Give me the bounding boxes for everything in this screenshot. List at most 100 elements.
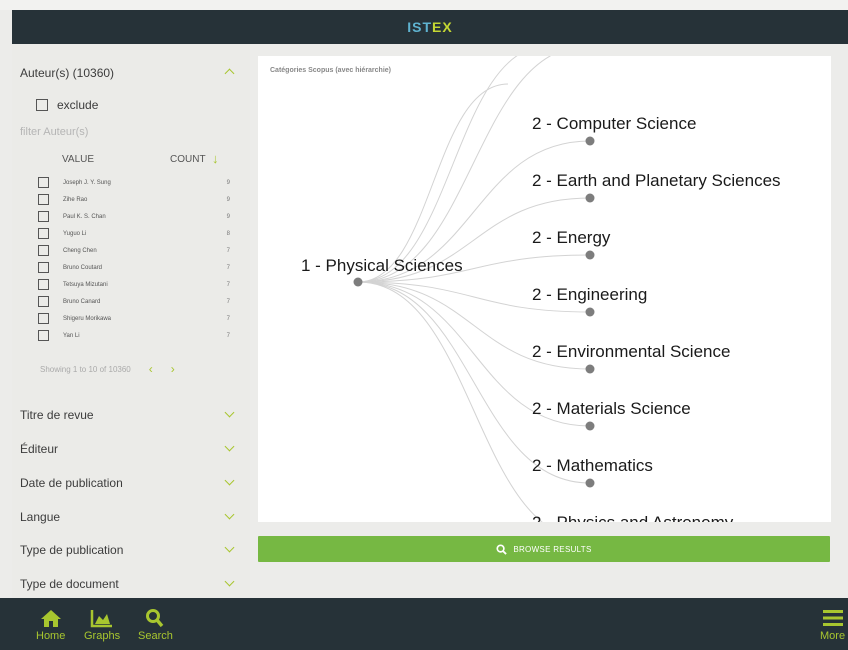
chevron-up-icon[interactable] [220, 66, 238, 80]
author-row[interactable]: Zihe Rao 9 [38, 191, 236, 208]
author-checkbox[interactable] [38, 194, 49, 205]
tree-node-label[interactable]: 2 - Environmental Science [532, 342, 730, 361]
nav-search[interactable]: Search [138, 608, 173, 642]
area-chart-icon [90, 610, 113, 628]
istex-logo[interactable]: ISTEX [407, 19, 452, 35]
tree-node-label[interactable]: 2 - Engineering [532, 285, 647, 304]
chevron-down-icon[interactable] [220, 443, 238, 456]
facet-publication-type[interactable]: Type de publication [20, 539, 238, 561]
tree-node[interactable] [585, 364, 595, 374]
author-name: Cheng Chen [63, 247, 97, 254]
author-row[interactable]: Yan Li 7 [38, 327, 236, 344]
tree-node-label[interactable]: 2 - Mathematics [532, 456, 653, 475]
facet-authors-header[interactable]: Auteur(s) (10360) [20, 62, 238, 84]
author-count: 7 [226, 264, 230, 271]
author-checkbox[interactable] [38, 313, 49, 324]
facet-journal-title[interactable]: Titre de revue [20, 404, 238, 426]
facet-label: Titre de revue [20, 408, 94, 422]
tree-link [357, 56, 552, 283]
facet-label: Éditeur [20, 442, 59, 456]
tree-node[interactable] [585, 421, 595, 431]
tree-node-label[interactable]: 2 - Materials Science [532, 399, 691, 418]
nav-graphs[interactable]: Graphs [84, 608, 120, 642]
author-checkbox[interactable] [38, 177, 49, 188]
author-name: Zihe Rao [63, 196, 88, 203]
author-count: 7 [226, 281, 230, 288]
browse-results-label: BROWSE RESULTS [513, 544, 592, 554]
nav-more[interactable]: More [820, 608, 845, 642]
chevron-down-icon[interactable] [220, 409, 238, 422]
tree-root-label[interactable]: 1 - Physical Sciences [301, 256, 463, 275]
author-count: 9 [226, 179, 230, 186]
chevron-down-icon[interactable] [220, 477, 238, 490]
home-icon [40, 610, 61, 627]
author-checkbox[interactable] [38, 228, 49, 239]
tree-link [357, 56, 519, 283]
search-icon [496, 543, 508, 555]
author-row[interactable]: Bruno Canard 7 [38, 293, 236, 310]
tree-node[interactable] [585, 307, 595, 317]
author-name: Tetsuya Mizutani [63, 281, 108, 288]
category-tree[interactable]: 2 - Computer Science 2 - Earth and Planet… [258, 56, 831, 522]
chevron-right-icon[interactable]: › [171, 362, 175, 376]
tree-node-label[interactable]: 2 - Physics and Astronomy [532, 513, 734, 522]
pagination: Showing 1 to 10 of 10360 ‹ › [40, 362, 240, 376]
browse-results-button[interactable]: BROWSE RESULTS [258, 536, 830, 562]
facet-publication-date[interactable]: Date de publication [20, 472, 238, 494]
author-count: 7 [226, 332, 230, 339]
bottom-nav-bar: Home Graphs Search More [0, 598, 848, 650]
tree-node-label[interactable]: 2 - Earth and Planetary Sciences [532, 171, 781, 190]
chevron-down-icon[interactable] [220, 544, 238, 557]
author-row[interactable]: Tetsuya Mizutani 7 [38, 276, 236, 293]
top-margin [0, 0, 848, 10]
author-checkbox[interactable] [38, 296, 49, 307]
author-checkbox[interactable] [38, 279, 49, 290]
facet-publisher[interactable]: Éditeur [20, 438, 238, 460]
author-checkbox[interactable] [38, 262, 49, 273]
sort-down-arrow-icon[interactable]: ↓ [212, 152, 219, 165]
pagination-status: Showing 1 to 10 of 10360 [40, 364, 131, 374]
column-header-value[interactable]: VALUE [62, 154, 94, 165]
chevron-left-icon[interactable]: ‹ [149, 362, 153, 376]
scopus-categories-card: Catégories Scopus (avec hiérarchie) 2 - … [258, 56, 831, 522]
author-row[interactable]: Shigeru Morikawa 7 [38, 310, 236, 327]
author-row[interactable]: Paul K. S. Chan 9 [38, 208, 236, 225]
search-icon [146, 609, 164, 628]
tree-node[interactable] [585, 250, 595, 260]
exclude-checkbox[interactable] [36, 99, 48, 111]
tree-node-label[interactable]: 2 - Energy [532, 228, 611, 247]
author-row[interactable]: Cheng Chen 7 [38, 242, 236, 259]
top-bar: ISTEX [12, 10, 848, 44]
author-checkbox[interactable] [38, 211, 49, 222]
facet-authors-title: Auteur(s) (10360) [20, 66, 115, 80]
tree-node[interactable] [585, 193, 595, 203]
chevron-down-icon[interactable] [220, 578, 238, 591]
facet-label: Date de publication [20, 476, 123, 490]
author-row[interactable]: Yuguo Li 8 [38, 225, 236, 242]
filter-authors-input[interactable] [20, 122, 230, 142]
author-name: Yan Li [63, 332, 80, 339]
tree-node-label[interactable]: 2 - Computer Science [532, 114, 696, 133]
author-count: 8 [226, 230, 230, 237]
tree-link [357, 281, 591, 484]
author-count: 9 [226, 213, 230, 220]
author-name: Bruno Canard [63, 298, 101, 305]
author-count: 9 [226, 196, 230, 203]
tree-root-node[interactable] [353, 277, 363, 287]
tree-node[interactable] [585, 136, 595, 146]
nav-home[interactable]: Home [36, 608, 65, 642]
author-count: 7 [226, 315, 230, 322]
facet-document-type[interactable]: Type de document [20, 573, 238, 595]
tree-node[interactable] [585, 478, 595, 488]
author-row[interactable]: Bruno Coutard 7 [38, 259, 236, 276]
author-row[interactable]: Joseph J. Y. Sung 9 [38, 174, 236, 191]
nav-home-label: Home [36, 630, 66, 642]
facet-label: Type de publication [20, 543, 124, 557]
tree-nodes: 2 - Computer Science 2 - Earth and Planet… [301, 114, 781, 522]
facet-language[interactable]: Langue [20, 506, 238, 528]
author-checkbox[interactable] [38, 330, 49, 341]
chevron-down-icon[interactable] [220, 511, 238, 524]
column-header-count[interactable]: COUNT [170, 154, 206, 165]
author-checkbox[interactable] [38, 245, 49, 256]
exclude-checkbox-row[interactable]: exclude [36, 98, 98, 112]
